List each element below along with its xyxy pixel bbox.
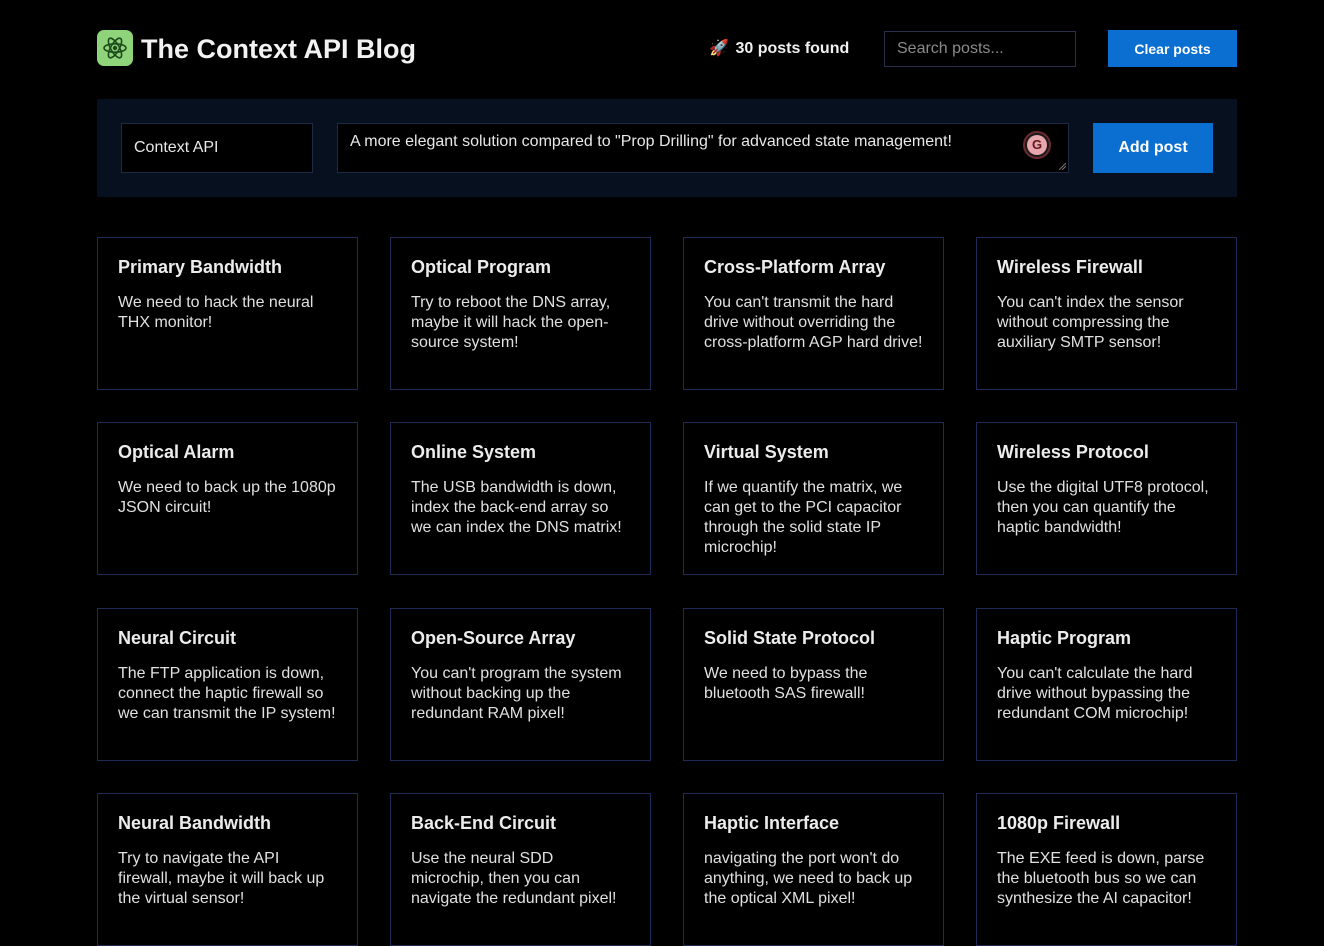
post-card: Cross-Platform Array You can't transmit t… (683, 237, 944, 390)
post-title: Neural Bandwidth (118, 813, 272, 833)
post-title: Solid State Protocol (704, 628, 876, 648)
post-title: Online System (411, 442, 537, 462)
post-title: Open-Source Array (411, 628, 576, 648)
post-card: Optical Program Try to reboot the DNS arr… (390, 237, 651, 390)
post-body: You can't calculate the hard drive witho… (997, 665, 1193, 722)
post-body: The FTP application is down, connect the… (118, 665, 336, 722)
app-title: The Context API Blog (141, 34, 416, 64)
grammar-check-letter: G (1027, 135, 1047, 155)
post-body: You can't index the sensor without compr… (997, 294, 1184, 351)
post-title: Optical Program (411, 257, 552, 277)
post-card: Neural Bandwidth Try to navigate the API … (97, 793, 358, 946)
post-body: We need to hack the neural THX monitor! (118, 294, 314, 331)
grammar-check-icon[interactable]: G (1023, 131, 1051, 159)
atom-icon (97, 30, 133, 66)
post-card: Wireless Firewall You can't index the sen… (976, 237, 1237, 390)
post-title: Optical Alarm (118, 442, 235, 462)
post-title: Wireless Protocol (997, 442, 1149, 462)
posts-count: 🚀 30 posts found (709, 39, 849, 59)
post-card: Optical Alarm We need to back up the 1080… (97, 422, 358, 575)
resize-grip-icon[interactable] (1058, 162, 1066, 170)
post-title: Virtual System (704, 442, 829, 462)
post-body: Use the digital UTF8 protocol, then you … (997, 479, 1209, 536)
post-body: The EXE feed is down, parse the bluetoot… (997, 850, 1205, 907)
post-body: The USB bandwidth is down, index the bac… (411, 479, 622, 536)
post-body: We need to back up the 1080p JSON circui… (118, 479, 336, 516)
rocket-icon: 🚀 (709, 40, 729, 57)
post-title: 1080p Firewall (997, 813, 1121, 833)
post-card: Haptic Program You can't calculate the ha… (976, 608, 1237, 761)
post-card: Online System The USB bandwidth is down, … (390, 422, 651, 575)
post-body: If we quantify the matrix, we can get to… (704, 479, 903, 556)
post-card: 1080p Firewall The EXE feed is down, pars… (976, 793, 1237, 946)
post-body: You can't program the system without bac… (411, 665, 622, 722)
post-card: Haptic Interface navigating the port won'… (683, 793, 944, 946)
post-card: Open-Source Array You can't program the s… (390, 608, 651, 761)
post-card: Virtual System If we quantify the matrix,… (683, 422, 944, 575)
clear-posts-button[interactable]: Clear posts (1108, 30, 1237, 67)
post-body: Try to reboot the DNS array, maybe it wi… (411, 294, 611, 351)
post-title: Back-End Circuit (411, 813, 557, 833)
posts-count-label: 30 posts found (735, 40, 850, 57)
post-card: Neural Circuit The FTP application is dow… (97, 608, 358, 761)
post-card: Solid State Protocol We need to bypass th… (683, 608, 944, 761)
post-body: Try to navigate the API firewall, maybe … (118, 850, 325, 907)
post-card: Back-End Circuit Use the neural SDD micro… (390, 793, 651, 946)
add-post-button[interactable]: Add post (1093, 123, 1213, 173)
app-header: The Context API Blog 🚀 30 posts found Cl… (97, 30, 1237, 68)
post-body: You can't transmit the hard drive withou… (704, 294, 923, 351)
post-body: navigating the port won't do anything, w… (704, 850, 913, 907)
post-title: Neural Circuit (118, 628, 237, 648)
search-input[interactable] (884, 31, 1076, 67)
post-title: Wireless Firewall (997, 257, 1143, 277)
post-card: Wireless Protocol Use the digital UTF8 pr… (976, 422, 1237, 575)
post-title: Primary Bandwidth (118, 257, 283, 277)
post-title: Cross-Platform Array (704, 257, 886, 277)
post-title: Haptic Program (997, 628, 1132, 648)
post-body: Use the neural SDD microchip, then you c… (411, 850, 617, 907)
post-card: Primary Bandwidth We need to hack the neu… (97, 237, 358, 390)
post-title-input[interactable] (121, 123, 313, 173)
post-title: Haptic Interface (704, 813, 840, 833)
add-post-form: A more elegant solution compared to "Pro… (97, 99, 1237, 197)
post-body: We need to bypass the bluetooth SAS fire… (704, 665, 868, 702)
post-body-textarea[interactable]: A more elegant solution compared to "Pro… (337, 123, 1069, 173)
